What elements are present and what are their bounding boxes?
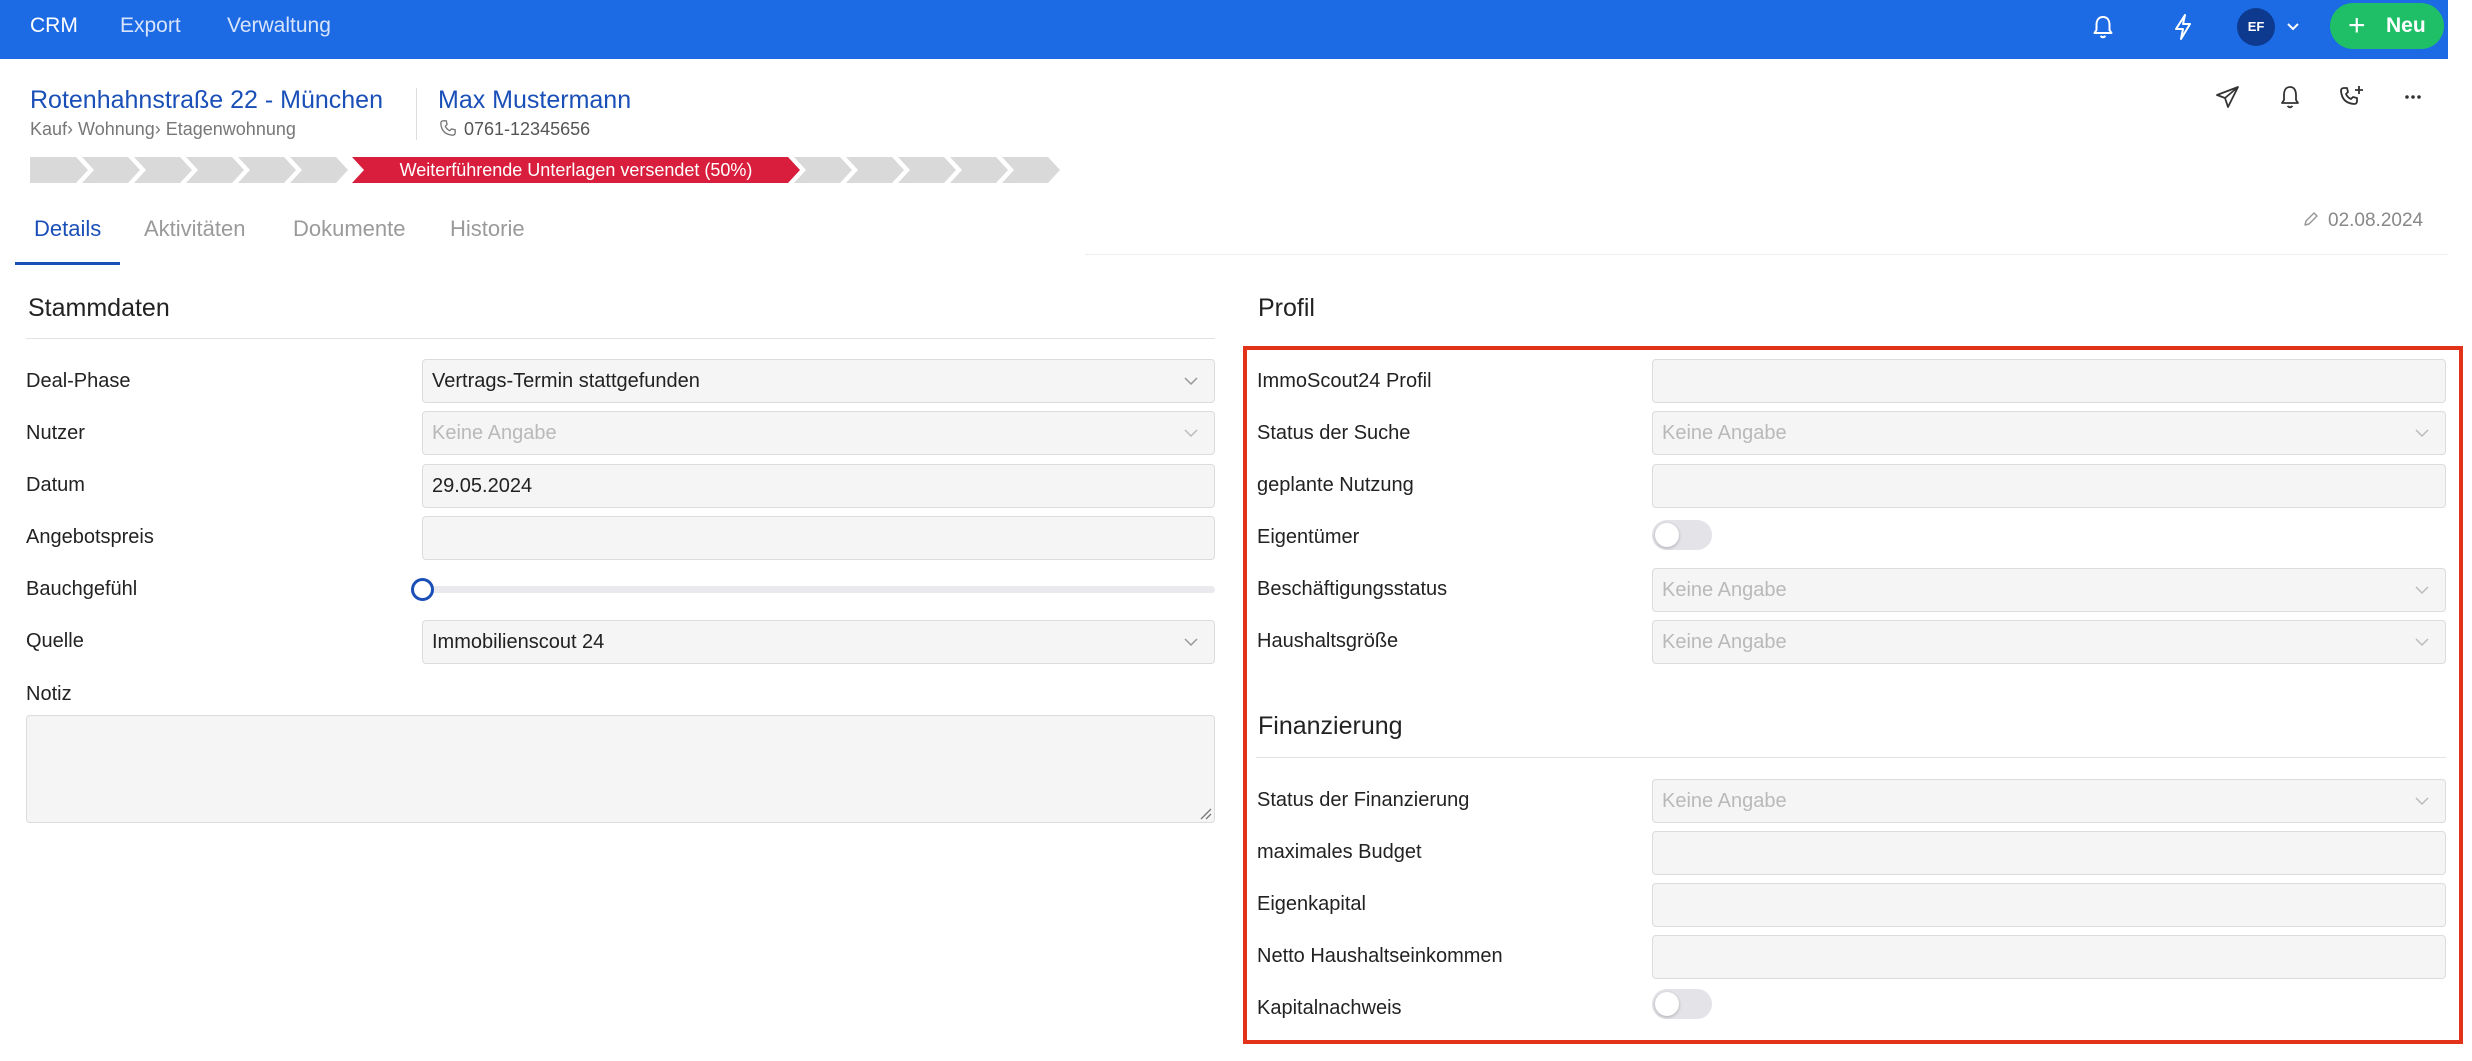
- notiz-textarea[interactable]: [26, 715, 1215, 823]
- stepper-step[interactable]: [134, 157, 192, 183]
- last-modified: 02.08.2024: [2302, 210, 2423, 232]
- phone-number: 0761-12345656: [464, 119, 591, 139]
- chevron-down-icon: [1184, 429, 1198, 438]
- chevron-down-icon: [1184, 638, 1198, 647]
- nav-item-verwaltung[interactable]: Verwaltung: [227, 0, 331, 59]
- stepper-step[interactable]: [82, 157, 140, 183]
- label-deal-phase: Deal-Phase: [26, 370, 131, 392]
- tab-historie[interactable]: Historie: [450, 216, 525, 242]
- label-angebotspreis: Angebotspreis: [26, 526, 154, 548]
- stepper-step[interactable]: [1002, 157, 1060, 183]
- user-avatar[interactable]: EF: [2237, 8, 2275, 46]
- top-nav-bar: CRM Export Verwaltung EF + Neu: [0, 0, 2448, 59]
- stepper-step[interactable]: [290, 157, 348, 183]
- tab-details[interactable]: Details: [34, 216, 101, 242]
- label-datum: Datum: [26, 474, 85, 496]
- section-title-stammdaten: Stammdaten: [28, 294, 170, 322]
- send-icon[interactable]: [2213, 82, 2243, 112]
- plus-icon: +: [2348, 9, 2366, 42]
- contact-name[interactable]: Max Mustermann: [438, 86, 631, 115]
- quelle-select[interactable]: Immobilienscout 24: [422, 620, 1215, 664]
- new-button[interactable]: + Neu: [2330, 3, 2444, 49]
- header-divider: [416, 88, 417, 140]
- stepper-step[interactable]: [898, 157, 956, 183]
- contact-phone[interactable]: 0761-12345656: [438, 119, 590, 140]
- section-divider: [26, 338, 1215, 339]
- bauchgefuehl-slider-handle[interactable]: [411, 578, 434, 601]
- deal-phase-select[interactable]: Vertrags-Termin stattgefunden: [422, 359, 1215, 403]
- chevron-down-icon[interactable]: [2286, 20, 2300, 34]
- chevron-down-icon: [1184, 377, 1198, 386]
- nutzer-placeholder: Keine Angabe: [432, 422, 557, 444]
- nutzer-select[interactable]: Keine Angabe: [422, 411, 1215, 455]
- angebotspreis-input[interactable]: [422, 516, 1215, 560]
- label-quelle: Quelle: [26, 630, 84, 652]
- tab-aktivitaeten[interactable]: Aktivitäten: [144, 216, 246, 242]
- label-bauchgefuehl: Bauchgefühl: [26, 578, 138, 600]
- resize-handle-icon[interactable]: [1198, 806, 1212, 820]
- more-icon[interactable]: [2398, 82, 2428, 112]
- stepper-step[interactable]: [846, 157, 904, 183]
- last-modified-date: 02.08.2024: [2328, 210, 2424, 231]
- active-tab-indicator: [15, 262, 120, 265]
- breadcrumb: Kauf› Wohnung› Etagenwohnung: [30, 119, 296, 139]
- label-notiz: Notiz: [26, 683, 72, 705]
- bauchgefuehl-slider-track[interactable]: [422, 586, 1215, 593]
- stepper-step[interactable]: [238, 157, 296, 183]
- phone-icon: [440, 120, 456, 136]
- datum-input[interactable]: 29.05.2024: [422, 464, 1215, 508]
- section-title-profil: Profil: [1258, 294, 1315, 322]
- lightning-icon[interactable]: [2168, 12, 2198, 42]
- nav-item-export[interactable]: Export: [120, 0, 181, 59]
- deal-progress-stepper: Weiterführende Unterlagen versendet (50%…: [30, 157, 1070, 183]
- label-nutzer: Nutzer: [26, 422, 85, 444]
- new-button-label: Neu: [2386, 14, 2426, 37]
- stepper-step[interactable]: [950, 157, 1008, 183]
- stepper-step-active[interactable]: Weiterführende Unterlagen versendet (50%…: [352, 157, 800, 183]
- tab-dokumente[interactable]: Dokumente: [293, 216, 406, 242]
- deal-title[interactable]: Rotenhahnstraße 22 - München: [30, 86, 383, 115]
- stepper-step[interactable]: [794, 157, 852, 183]
- tabs-divider: [1085, 254, 2448, 255]
- deal-phase-value: Vertrags-Termin stattgefunden: [432, 370, 700, 392]
- phone-add-icon[interactable]: [2337, 82, 2367, 112]
- quelle-value: Immobilienscout 24: [432, 631, 605, 653]
- pencil-icon[interactable]: [2302, 210, 2320, 228]
- highlight-box: [1243, 346, 2463, 1044]
- stepper-step[interactable]: [30, 157, 88, 183]
- stepper-step[interactable]: [186, 157, 244, 183]
- nav-item-crm[interactable]: CRM: [30, 0, 78, 59]
- notifications-bell-icon[interactable]: [2088, 12, 2118, 42]
- bell-icon[interactable]: [2275, 82, 2305, 112]
